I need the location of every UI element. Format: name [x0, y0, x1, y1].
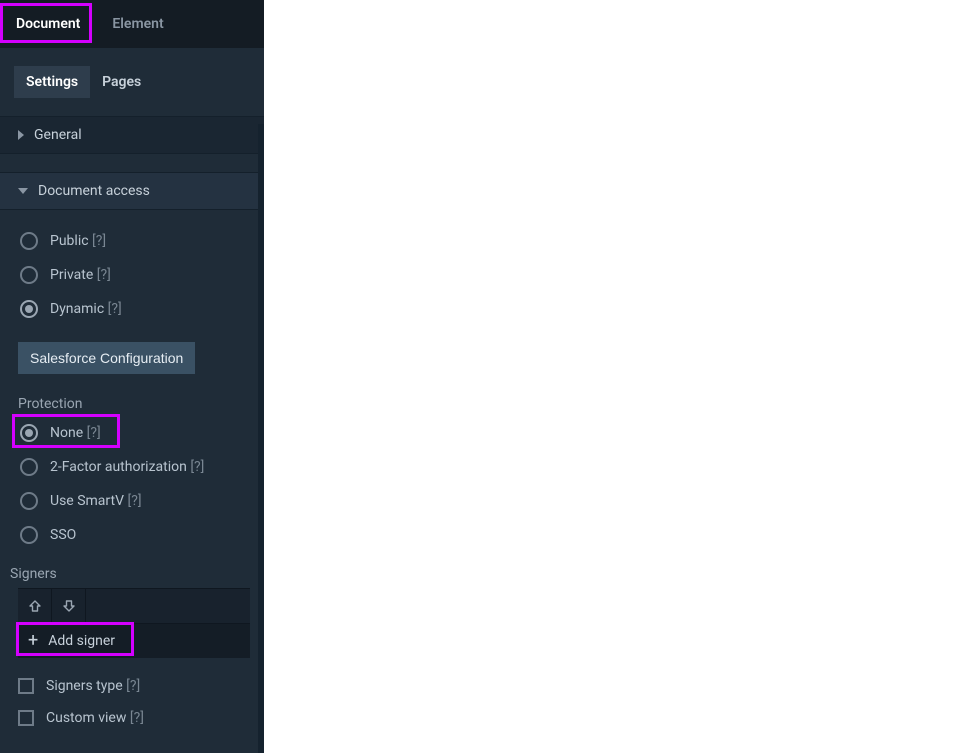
- chevron-right-icon: [18, 130, 24, 140]
- signers-group-label: Signers: [0, 558, 264, 588]
- scrollbar-track[interactable]: [258, 124, 264, 753]
- checkbox-signers-type[interactable]: Signers type [?]: [0, 670, 264, 702]
- arrow-down-icon: [62, 599, 76, 613]
- radio-protection-smartv[interactable]: Use SmartV [?]: [18, 484, 246, 518]
- radio-icon: [20, 526, 38, 544]
- radio-icon: [20, 458, 38, 476]
- chevron-down-icon: [18, 188, 28, 194]
- section-gap: [0, 154, 264, 172]
- section-document-access-body: Public [?] Private [?] Dynamic [?] Sales…: [0, 210, 264, 558]
- sub-tab-pages[interactable]: Pages: [90, 66, 153, 98]
- radio-label: Private [?]: [50, 267, 111, 283]
- section-document-access-label: Document access: [38, 183, 150, 199]
- radio-protection-none[interactable]: None [?]: [18, 416, 246, 450]
- properties-sidebar: Document Element Settings Pages General …: [0, 0, 264, 753]
- radio-protection-2fa[interactable]: 2-Factor authorization [?]: [18, 450, 246, 484]
- radio-label: Use SmartV [?]: [50, 493, 142, 509]
- radio-label: 2-Factor authorization [?]: [50, 459, 204, 475]
- tab-element-label: Element: [112, 16, 163, 32]
- radio-access-dynamic[interactable]: Dynamic [?]: [18, 292, 246, 326]
- radio-label: None [?]: [50, 425, 101, 441]
- radio-icon: [20, 300, 38, 318]
- radio-protection-sso[interactable]: SSO: [18, 518, 246, 552]
- sub-tab-settings[interactable]: Settings: [14, 66, 90, 98]
- move-signer-down-button[interactable]: [52, 589, 86, 623]
- protection-group-label: Protection: [8, 396, 246, 412]
- signers-reorder-toolbar: [18, 588, 250, 624]
- sub-tab-pages-label: Pages: [102, 74, 141, 90]
- tab-document-label: Document: [16, 16, 80, 32]
- radio-icon: [20, 266, 38, 284]
- section-document-access-header[interactable]: Document access: [0, 172, 264, 210]
- section-general-label: General: [34, 127, 82, 143]
- radio-label: SSO: [50, 527, 76, 543]
- radio-icon: [20, 232, 38, 250]
- checkbox-icon: [18, 678, 34, 694]
- radio-access-public[interactable]: Public [?]: [18, 224, 246, 258]
- checkbox-label: Signers type [?]: [46, 678, 140, 694]
- salesforce-configuration-button[interactable]: Salesforce Configuration: [18, 342, 195, 374]
- section-general-header[interactable]: General: [0, 116, 264, 154]
- radio-access-private[interactable]: Private [?]: [18, 258, 246, 292]
- button-label: Salesforce Configuration: [30, 350, 183, 366]
- tab-element[interactable]: Element: [96, 0, 179, 48]
- radio-icon: [20, 492, 38, 510]
- move-signer-up-button[interactable]: [18, 589, 52, 623]
- checkbox-icon: [18, 710, 34, 726]
- plus-icon: +: [28, 632, 38, 650]
- radio-icon: [20, 424, 38, 442]
- tab-document[interactable]: Document: [0, 0, 96, 48]
- radio-label: Public [?]: [50, 233, 106, 249]
- checkbox-custom-view[interactable]: Custom view [?]: [0, 702, 264, 734]
- top-tabs: Document Element: [0, 0, 264, 48]
- checkbox-label: Custom view [?]: [46, 710, 144, 726]
- arrow-up-icon: [28, 599, 42, 613]
- add-signer-label: Add signer: [48, 633, 115, 649]
- add-signer-button[interactable]: + Add signer: [18, 624, 250, 658]
- sub-tabs: Settings Pages: [0, 48, 264, 116]
- radio-label: Dynamic [?]: [50, 301, 122, 317]
- sub-tab-settings-label: Settings: [26, 74, 78, 90]
